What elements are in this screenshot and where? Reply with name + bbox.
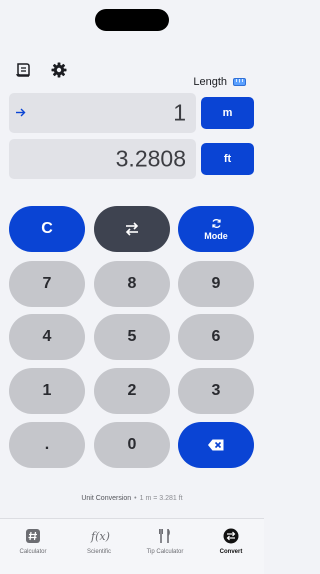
digit-1-button[interactable]: 1 (9, 368, 85, 414)
conversion-info: Unit Conversion • 1 m = 3.281 ft (0, 495, 264, 502)
tab-label: Scientific (86, 549, 111, 555)
tab-calculator[interactable]: Calculator (0, 528, 66, 555)
conversion-formula: 1 m = 3.281 ft (139, 495, 183, 502)
from-value: 1 (173, 99, 186, 126)
hash-icon (26, 529, 40, 543)
decimal-button[interactable]: . (9, 422, 85, 468)
swap-units-button[interactable] (94, 206, 170, 252)
digit-0-button[interactable]: 0 (94, 422, 170, 468)
history-icon[interactable] (14, 61, 32, 79)
utensils-icon (159, 529, 170, 543)
from-value-field[interactable]: 1 (9, 93, 196, 133)
status-time: 9:41 (38, 13, 61, 25)
tab-tip-calculator[interactable]: Tip Calculator (132, 528, 198, 555)
digit-5-button[interactable]: 5 (94, 314, 170, 360)
mode-button[interactable]: Mode (178, 206, 254, 252)
digit-7-button[interactable]: 7 (9, 261, 85, 307)
unit-category-label: Length (193, 76, 227, 88)
mode-label: Mode (204, 230, 228, 241)
digit-2-button[interactable]: 2 (94, 368, 170, 414)
backspace-icon (208, 439, 224, 451)
to-value: 3.2808 (115, 145, 186, 172)
clear-label: C (41, 220, 53, 237)
ruler-icon (233, 78, 246, 86)
dynamic-island (95, 9, 169, 31)
digit-3-button[interactable]: 3 (178, 368, 254, 414)
digit-4-button[interactable]: 4 (9, 314, 85, 360)
to-value-field: 3.2808 (9, 139, 196, 179)
convert-icon (223, 528, 239, 544)
from-unit-button[interactable]: m (201, 97, 254, 129)
tab-label: Tip Calculator (146, 549, 184, 555)
tab-label: Calculator (19, 549, 47, 555)
tab-scientific[interactable]: f(x) Scientific (66, 528, 132, 555)
tab-label: Convert (219, 549, 243, 555)
digit-6-button[interactable]: 6 (178, 314, 254, 360)
separator-dot: • (134, 495, 137, 502)
to-unit-button[interactable]: ft (201, 143, 254, 175)
backspace-button[interactable] (178, 422, 254, 468)
unit-category-selector[interactable]: Length (193, 76, 246, 88)
tab-convert[interactable]: Convert (198, 528, 264, 555)
digit-9-button[interactable]: 9 (178, 261, 254, 307)
refresh-icon (211, 218, 221, 228)
status-bar: 9:41 (0, 0, 264, 40)
gear-icon[interactable] (50, 61, 68, 79)
conversion-mode-label: Unit Conversion (81, 495, 132, 502)
swap-arrows-icon (125, 222, 139, 236)
tab-bar: Calculator f(x) Scientific Tip Calculato… (0, 518, 264, 574)
clear-button[interactable]: C (9, 206, 85, 252)
digit-8-button[interactable]: 8 (94, 261, 170, 307)
svg-text:f(x): f(x) (90, 530, 110, 543)
function-icon: f(x) (90, 530, 110, 543)
arrow-right-icon (16, 108, 26, 117)
